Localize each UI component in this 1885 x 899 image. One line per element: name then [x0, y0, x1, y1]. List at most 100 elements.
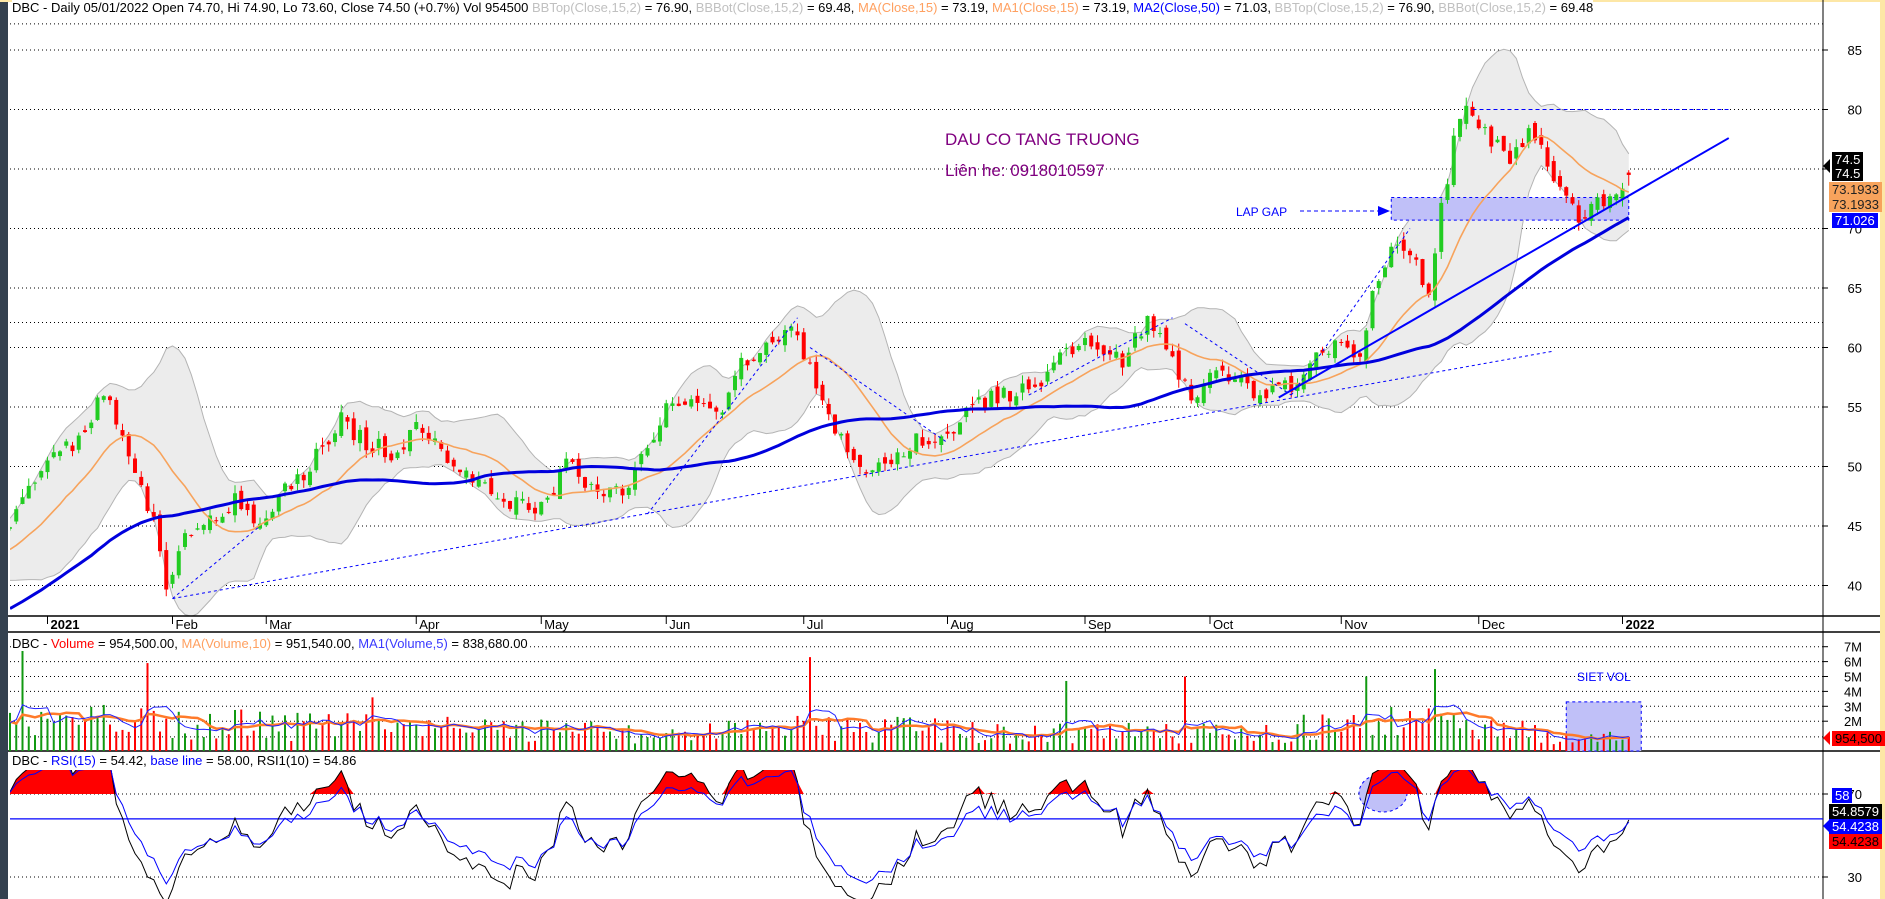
- volume-bar: [1290, 741, 1293, 751]
- volume-bar: [790, 729, 793, 751]
- rsi-plot: [10, 770, 1823, 899]
- volume-bar: [1615, 740, 1618, 751]
- volume-bar: [146, 663, 149, 751]
- candle-body: [533, 507, 537, 514]
- candle-body: [570, 459, 575, 462]
- rsi1-value: = 54.86: [309, 753, 357, 768]
- candle-body: [1551, 161, 1556, 182]
- volume-bar: [1246, 735, 1249, 751]
- bbtop-value: = 76.90,: [641, 0, 696, 15]
- volume-pane-header: DBC - Volume = 954,500.00, MA(Volume,10)…: [12, 636, 528, 651]
- candle-body: [1139, 336, 1144, 339]
- candle-body: [1020, 383, 1025, 393]
- volume-bar: [952, 724, 955, 751]
- time-tick-label: Jul: [807, 617, 824, 632]
- candle-body: [1595, 197, 1600, 210]
- candle-body: [1476, 119, 1481, 129]
- volume-bar: [634, 743, 636, 751]
- volume-bar: [9, 712, 11, 751]
- candle-body: [1076, 345, 1081, 350]
- volume-tick-label: 2M: [1844, 714, 1862, 729]
- volume-bar: [40, 711, 43, 751]
- volume-bar: [484, 719, 486, 751]
- volume-bar: [1390, 707, 1393, 751]
- time-tick-label: Apr: [419, 617, 440, 632]
- volume-bar: [590, 721, 593, 751]
- candle-body: [826, 403, 831, 415]
- candle-body: [1458, 118, 1462, 137]
- ma1-value-tag: 73.1933: [1829, 197, 1882, 212]
- candle-body: [1564, 187, 1569, 196]
- candle-body: [45, 460, 50, 473]
- candle-body: [870, 470, 875, 473]
- candle-body: [976, 397, 981, 400]
- rsi-value: = 54.42,: [95, 753, 151, 768]
- candle-body: [895, 452, 900, 465]
- price-header-summary: DBC - Daily 05/01/2022 Open 74.70, Hi 74…: [12, 0, 532, 15]
- time-tick-label: 2021: [51, 617, 80, 632]
- candle-body: [1195, 397, 1200, 403]
- candle-body: [226, 511, 231, 513]
- candle-body: [864, 472, 869, 474]
- time-tick-label: May: [544, 617, 569, 632]
- volume-bar: [584, 722, 586, 751]
- candle-body: [1614, 194, 1619, 201]
- time-tick-label: Sep: [1088, 617, 1111, 632]
- candle-body: [1001, 387, 1006, 398]
- volume-bar: [496, 729, 499, 751]
- volume-tick-label: 4M: [1844, 684, 1862, 699]
- candle-body: [1070, 346, 1075, 355]
- candle-body: [1033, 384, 1037, 387]
- candle-body: [1233, 379, 1237, 382]
- volume-bar: [1359, 728, 1361, 751]
- candle-body: [526, 503, 531, 510]
- candle-body: [670, 403, 675, 406]
- candle-body: [1339, 342, 1344, 344]
- volume-bar: [640, 734, 643, 751]
- volume-bar: [265, 737, 268, 751]
- volume-ma-value: = 951,540.00,: [271, 636, 359, 651]
- bbtop2-label: BBTop(Close,15,2): [1274, 0, 1384, 15]
- price-tick-label: 40: [1848, 579, 1862, 594]
- candle-body: [220, 516, 225, 523]
- volume-bar: [115, 731, 118, 751]
- volume-bar: [227, 734, 230, 751]
- price-tick-label: 60: [1848, 341, 1862, 356]
- volume-bar: [971, 722, 974, 751]
- volume-bar: [715, 738, 718, 751]
- volume-bar: [1277, 739, 1280, 751]
- volume-bar: [290, 740, 293, 751]
- volume-bar: [702, 735, 705, 751]
- candle-body: [983, 397, 987, 408]
- candle-body: [708, 401, 712, 409]
- candle-body: [664, 403, 669, 428]
- candle-body: [276, 496, 281, 512]
- volume-bar: [127, 731, 130, 751]
- bbtop-label: BBTop(Close,15,2): [531, 0, 642, 15]
- volume-value: = 954,500.00,: [94, 636, 182, 651]
- candle-body: [139, 476, 144, 486]
- candle-body: [951, 432, 956, 434]
- candle-body: [1220, 365, 1225, 371]
- candle-body: [1433, 253, 1437, 301]
- candle-body: [1008, 391, 1012, 402]
- volume-header-prefix: DBC -: [12, 636, 51, 651]
- volume-bar: [1265, 724, 1268, 751]
- candle-body: [126, 434, 131, 457]
- volume-bar: [1102, 738, 1105, 751]
- candle-body: [1045, 371, 1050, 382]
- volume-bar: [696, 734, 699, 751]
- candle-body: [695, 395, 700, 403]
- volume-bar: [1465, 720, 1468, 751]
- ma50-value-tag: 71.026: [1832, 213, 1878, 228]
- volume-bar: [434, 728, 436, 751]
- arrow-head-icon: [1378, 206, 1390, 216]
- volume-bar: [202, 737, 205, 751]
- candle-body: [520, 498, 525, 501]
- volume-bar: [1021, 739, 1024, 751]
- candle-body: [1308, 363, 1312, 380]
- ma-label: MA(Close,15): [857, 0, 938, 15]
- candle-body: [1501, 135, 1506, 151]
- volume-bar: [765, 731, 768, 751]
- volume-bar: [834, 740, 836, 751]
